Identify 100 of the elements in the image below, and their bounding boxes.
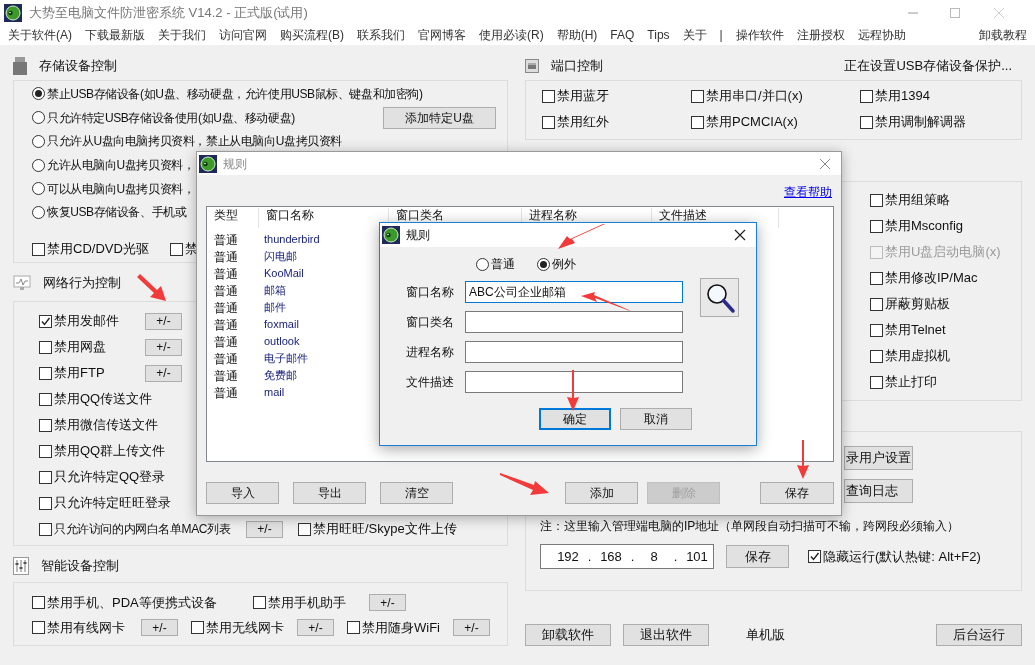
search-button[interactable] <box>700 278 739 317</box>
menu-item[interactable]: 官网博客 <box>418 26 466 44</box>
button[interactable]: +/- <box>141 619 178 636</box>
checkbox[interactable] <box>32 596 45 609</box>
button[interactable]: 取消 <box>620 408 692 430</box>
checkbox-label: 禁用手机、PDA等便携式设备 <box>47 593 217 612</box>
button[interactable]: 卸载软件 <box>525 624 611 646</box>
button[interactable]: 清空 <box>380 482 453 504</box>
button[interactable]: +/- <box>145 312 182 330</box>
radio-button[interactable] <box>32 134 45 148</box>
radio-label: 恢复USB存储设备、手机或 <box>47 204 187 222</box>
radio-button[interactable] <box>476 257 489 271</box>
menu-item[interactable]: 操作软件 <box>735 26 784 44</box>
radio-button[interactable] <box>32 111 45 125</box>
button[interactable]: 查询日志 <box>844 479 913 503</box>
checkbox[interactable] <box>191 621 204 634</box>
input-field[interactable] <box>465 341 683 363</box>
button[interactable]: +/- <box>145 364 182 382</box>
checkbox[interactable] <box>253 596 266 609</box>
checkbox[interactable] <box>691 115 704 129</box>
checkbox[interactable] <box>870 271 883 285</box>
checkbox[interactable] <box>347 621 360 634</box>
menu-item[interactable]: 关于我们 <box>158 26 206 44</box>
button[interactable]: 导出 <box>293 482 366 504</box>
button[interactable]: +/- <box>246 520 283 538</box>
checkbox[interactable] <box>542 115 555 129</box>
input-field[interactable] <box>465 371 683 393</box>
checkbox[interactable] <box>691 89 704 103</box>
checkbox[interactable] <box>870 193 883 207</box>
checkbox[interactable] <box>39 418 52 432</box>
menu-item[interactable]: FAQ <box>610 26 635 44</box>
checkbox[interactable] <box>32 621 45 634</box>
button[interactable]: +/- <box>453 619 490 636</box>
ip-address-field[interactable]: 192 . 168 . 8 . 101 <box>540 544 714 569</box>
menu-item[interactable]: 访问官网 <box>219 26 267 44</box>
radio-button[interactable] <box>32 158 45 172</box>
checkbox[interactable] <box>32 242 45 256</box>
button[interactable]: +/- <box>297 619 334 636</box>
table-cell-text: 邮箱 <box>263 283 286 299</box>
checkbox[interactable] <box>39 366 52 380</box>
column-header[interactable]: 类型 <box>207 208 259 228</box>
button[interactable]: 添加 <box>565 482 638 504</box>
menu-item[interactable]: 购买流程(B) <box>280 26 344 44</box>
checkbox[interactable] <box>39 392 52 406</box>
button[interactable]: 确定 <box>539 408 611 430</box>
button[interactable]: 保存 <box>726 545 789 568</box>
button[interactable]: 添加特定U盘 <box>383 106 496 129</box>
checkbox-label: 禁用修改IP/Mac <box>885 269 978 288</box>
menu-item[interactable]: 关于 <box>682 26 707 44</box>
button[interactable]: 保存 <box>760 482 834 504</box>
radio-button[interactable] <box>32 205 45 219</box>
button[interactable]: +/- <box>145 338 182 356</box>
menu-item[interactable]: 帮助(H) <box>556 26 598 44</box>
radio-button[interactable] <box>32 87 45 101</box>
annotation-arrow <box>137 274 167 302</box>
button[interactable]: 录用户设置 <box>844 446 913 470</box>
table-cell-text: 免费邮 <box>263 368 297 384</box>
checkbox[interactable] <box>870 323 883 337</box>
menu-item[interactable]: 使用必读(R) <box>479 26 544 44</box>
annotation-arrow <box>500 472 550 496</box>
button[interactable]: +/- <box>369 594 406 611</box>
help-link[interactable]: 查看帮助 <box>784 183 832 201</box>
input-field[interactable] <box>465 311 683 333</box>
checkbox[interactable] <box>39 314 52 328</box>
menu-item[interactable]: Tips <box>647 26 670 44</box>
button[interactable]: 退出软件 <box>623 624 709 646</box>
checkbox[interactable] <box>808 550 821 563</box>
dialog-title: 规则 <box>406 227 430 244</box>
checkbox[interactable] <box>170 242 183 256</box>
checkbox[interactable] <box>870 297 883 311</box>
checkbox[interactable] <box>542 89 555 103</box>
checkbox[interactable] <box>860 115 873 129</box>
checkbox[interactable] <box>39 470 52 484</box>
field-label: 文件描述 <box>405 374 455 391</box>
menu-item[interactable]: 注册授权 <box>796 26 845 44</box>
radio-button[interactable] <box>32 182 45 196</box>
checkbox-label: 隐藏运行(默认热键: Alt+F2) <box>823 547 981 566</box>
menu-item[interactable]: 联系我们 <box>357 26 405 44</box>
radio-button[interactable] <box>537 257 550 271</box>
checkbox[interactable] <box>39 522 52 536</box>
radio-label: 允许从电脑向U盘拷贝资料， <box>47 157 195 174</box>
checkbox[interactable] <box>39 444 52 458</box>
dialog-title: 规则 <box>223 155 247 173</box>
menu-item[interactable]: 远程协助 <box>857 26 906 44</box>
checkbox[interactable] <box>298 522 311 536</box>
input-field[interactable]: ABC公司企业邮箱 <box>465 281 683 303</box>
menu-item[interactable]: 关于软件(A) <box>8 26 72 44</box>
menu-item[interactable]: 卸载教程 <box>979 26 1027 44</box>
menu-item[interactable]: 下载最新版 <box>85 26 145 44</box>
checkbox[interactable] <box>39 496 52 510</box>
checkbox[interactable] <box>39 340 52 354</box>
menu-item[interactable]: | <box>719 26 723 44</box>
checkbox[interactable] <box>860 89 873 103</box>
button[interactable]: 后台运行 <box>936 624 1022 646</box>
checkbox-label: 禁用随身WiFi <box>362 618 440 637</box>
checkbox[interactable] <box>870 219 883 233</box>
checkbox[interactable] <box>870 375 883 389</box>
checkbox[interactable] <box>870 349 883 363</box>
button[interactable]: 导入 <box>206 482 279 504</box>
section-title: 端口控制 <box>551 57 603 76</box>
